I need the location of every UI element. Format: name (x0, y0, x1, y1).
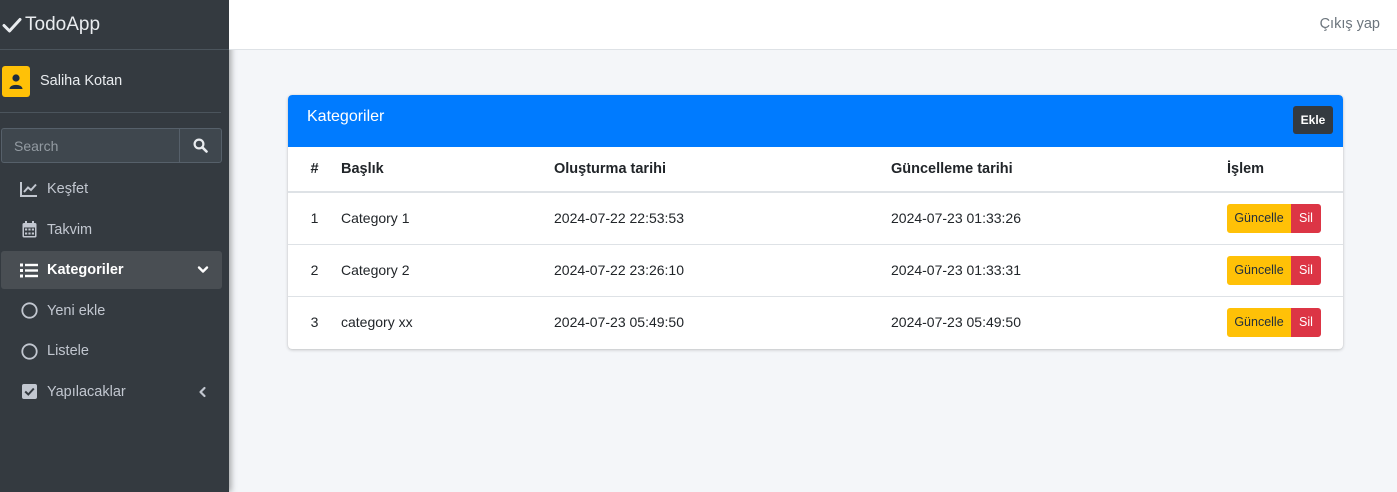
card-title: Kategoriler (307, 108, 385, 125)
sidebar-nav: Keşfet Takvim Kategoriler Yeni ekle List… (0, 170, 222, 413)
user-icon (9, 73, 23, 89)
column-header-title: Başlık (341, 147, 554, 193)
cell-actions: Güncelle Sil (1227, 192, 1343, 244)
cell-created: 2024-07-22 22:53:53 (554, 210, 684, 227)
sidebar-item-takvim[interactable]: Takvim (0, 211, 222, 249)
sidebar-item-yapilacaklar[interactable]: Yapılacaklar (0, 373, 222, 411)
update-button[interactable]: Güncelle (1227, 203, 1291, 233)
sidebar-item-label: Listele (47, 343, 89, 359)
card-header: Kategoriler Ekle (288, 95, 1343, 147)
search-button[interactable] (179, 128, 222, 163)
sidebar-item-label: Keşfet (47, 181, 89, 197)
circle-icon (20, 342, 38, 360)
table-row: 1 Category 1 2024-07-22 22:53:53 2024-07… (288, 192, 1343, 244)
calendar-icon (20, 221, 38, 239)
sidebar-item-label: Yeni ekle (47, 302, 106, 319)
add-button[interactable]: Ekle (1293, 106, 1333, 134)
action-button-group: Güncelle Sil (1227, 307, 1343, 337)
update-button[interactable]: Güncelle (1227, 307, 1291, 337)
cell-title: category xx (341, 295, 554, 348)
cell-title: Category 1 (341, 210, 410, 227)
cell-id: 3 (288, 295, 341, 348)
avatar (2, 65, 30, 97)
cell-title: Category 2 (341, 243, 554, 296)
circle-icon (20, 302, 38, 320)
cell-actions: Güncelle Sil (1227, 243, 1343, 296)
chevron-down-icon (197, 266, 209, 273)
top-navbar: Çıkış yap (229, 0, 1397, 50)
sidebar-item-label: Kategoriler (47, 262, 124, 278)
list-icon (20, 261, 38, 279)
delete-button[interactable]: Sil (1291, 307, 1321, 337)
table-row: 2 Category 2 2024-07-22 23:26:10 2024-07… (288, 243, 1343, 296)
cell-updated: 2024-07-23 01:33:31 (891, 243, 1227, 296)
cell-created: 2024-07-23 05:49:50 (554, 295, 891, 348)
sidebar-search (1, 128, 222, 163)
user-panel: Saliha Kotan (0, 50, 221, 113)
chevron-left-icon (199, 386, 206, 397)
chart-line-icon (20, 180, 38, 198)
column-header-number: # (288, 147, 341, 193)
sidebar-item-label: Yapılacaklar (47, 383, 126, 400)
action-button-group: Güncelle Sil (1227, 203, 1343, 233)
brand-text: TodoApp (25, 13, 101, 35)
delete-button[interactable]: Sil (1291, 203, 1321, 233)
cell-actions: Güncelle Sil (1227, 295, 1343, 348)
action-button-group: Güncelle Sil (1227, 255, 1343, 285)
table-header-row: # Başlık Oluşturma tarihi Güncelleme tar… (288, 147, 1343, 193)
sidebar: TodoApp Saliha Kotan Keşfet Takvim Kateg… (0, 0, 229, 492)
categories-table: # Başlık Oluşturma tarihi Güncelleme tar… (288, 147, 1343, 348)
cell-id: 1 (310, 210, 319, 227)
column-header-created: Oluşturma tarihi (554, 147, 891, 193)
column-header-updated: Güncelleme tarihi (891, 147, 1227, 193)
table-row: 3 category xx 2024-07-23 05:49:50 2024-0… (288, 295, 1343, 348)
categories-card: Kategoriler Ekle # Başlık Oluşturma tari… (288, 95, 1343, 349)
cell-id: 2 (288, 243, 341, 296)
check-icon (2, 17, 22, 32)
cell-created: 2024-07-22 23:26:10 (554, 243, 891, 296)
sidebar-item-kesfet[interactable]: Keşfet (0, 170, 222, 208)
user-name[interactable]: Saliha Kotan (40, 73, 122, 89)
sidebar-item-kategoriler[interactable]: Kategoriler (1, 251, 222, 289)
cell-updated: 2024-07-23 01:33:26 (891, 210, 1021, 227)
logout-link[interactable]: Çıkış yap (1320, 16, 1380, 32)
cell-updated: 2024-07-23 05:49:50 (891, 295, 1227, 348)
sidebar-item-listele[interactable]: Listele (0, 332, 222, 370)
sidebar-item-label: Takvim (47, 221, 93, 238)
column-header-actions: İşlem (1227, 147, 1343, 193)
sidebar-item-yeni-ekle[interactable]: Yeni ekle (0, 292, 222, 330)
check-square-icon (20, 383, 38, 401)
update-button[interactable]: Güncelle (1227, 255, 1291, 285)
search-icon (193, 138, 208, 153)
search-input[interactable] (1, 128, 179, 163)
brand-link[interactable]: TodoApp (0, 0, 229, 50)
delete-button[interactable]: Sil (1291, 255, 1321, 285)
